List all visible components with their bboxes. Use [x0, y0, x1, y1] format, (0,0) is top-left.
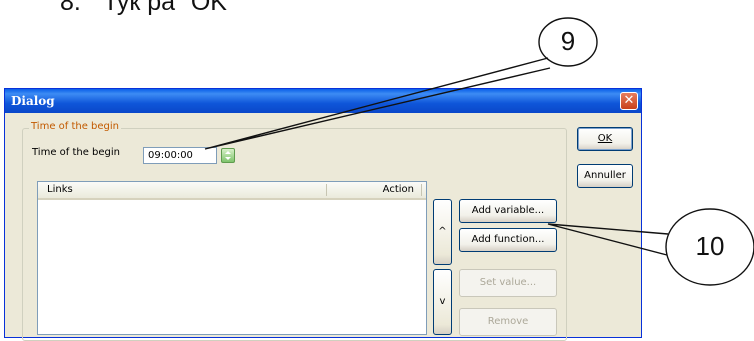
ok-button[interactable]: OK	[577, 127, 633, 151]
window-title: Dialog	[11, 94, 55, 108]
move-down-button[interactable]: v	[433, 269, 452, 335]
dialog-client-area: Time of the begin Time of the begin 09:0…	[8, 113, 638, 341]
column-header-links[interactable]: Links	[47, 184, 73, 195]
cancel-button-label: Annuller	[584, 170, 626, 181]
time-input[interactable]: 09:00:00	[143, 147, 217, 164]
up-arrow-icon: ^	[438, 226, 447, 237]
spin-arrows-icon[interactable]	[221, 148, 235, 163]
callout-label-10: 10	[695, 231, 725, 261]
column-divider[interactable]	[421, 184, 422, 196]
add-variable-button[interactable]: Add variable...	[459, 199, 557, 223]
instruction-step: 8. Тук ра "OK"	[60, 0, 236, 17]
column-divider[interactable]	[326, 184, 327, 196]
remove-button[interactable]: Remove	[459, 308, 557, 336]
move-up-button[interactable]: ^	[433, 199, 452, 265]
dialog-window: Dialog ✕ Time of the begin Time of the b…	[4, 88, 642, 341]
time-group-box: Time of the begin Time of the begin 09:0…	[22, 121, 567, 341]
step-number: 8.	[60, 0, 81, 16]
title-bar: Dialog ✕	[5, 89, 641, 113]
cancel-button[interactable]: Annuller	[577, 164, 633, 188]
down-arrow-icon: v	[439, 296, 446, 307]
step-text: Тук ра "OK"	[102, 0, 236, 16]
column-header-action[interactable]: Action	[383, 184, 414, 195]
list-header: Links Action	[38, 182, 426, 200]
callout-label-9: 9	[560, 26, 576, 56]
time-label: Time of the begin	[32, 147, 121, 158]
close-icon[interactable]: ✕	[620, 92, 638, 110]
add-function-button[interactable]: Add function...	[459, 228, 557, 252]
group-title: Time of the begin	[29, 121, 122, 132]
ok-button-label: OK	[597, 133, 613, 144]
links-list[interactable]: Links Action	[37, 181, 427, 335]
set-value-button[interactable]: Set value...	[459, 269, 557, 297]
